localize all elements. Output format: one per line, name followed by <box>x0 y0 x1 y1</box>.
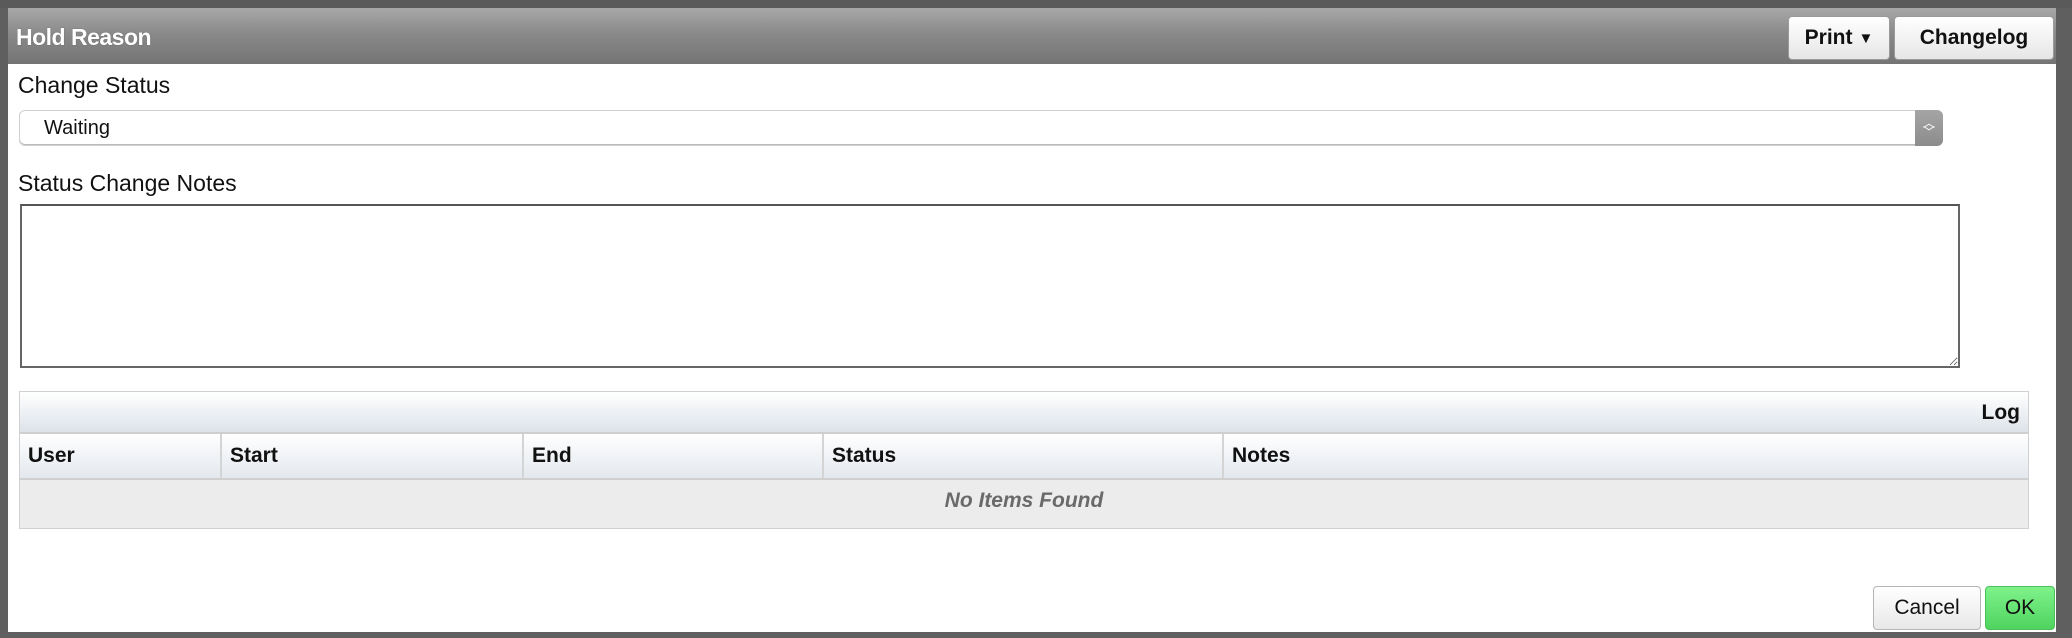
caret-down-icon: ▼ <box>1858 29 1874 47</box>
column-header-status[interactable]: Status <box>824 434 1224 478</box>
print-dropdown-button[interactable]: Print ▼ <box>1788 16 1890 60</box>
cancel-button[interactable]: Cancel <box>1873 586 1981 630</box>
log-title: Log <box>1981 401 2020 424</box>
log-table-header: User Start End Status Notes <box>20 434 2028 480</box>
status-change-notes-textarea[interactable] <box>20 204 1960 368</box>
column-header-start[interactable]: Start <box>222 434 524 478</box>
log-panel: Log User Start End Status Notes No Items… <box>19 391 2029 529</box>
ok-button[interactable]: OK <box>1985 586 2055 630</box>
column-header-notes[interactable]: Notes <box>1224 434 2028 478</box>
change-status-value: Waiting <box>44 117 110 139</box>
dialog-title: Hold Reason <box>16 24 152 50</box>
log-header: Log <box>20 392 2028 434</box>
empty-table-row: No Items Found <box>20 480 2028 528</box>
change-status-select[interactable]: Waiting ︿ ﹀ <box>19 110 1943 146</box>
column-header-user[interactable]: User <box>20 434 222 478</box>
page-backdrop <box>0 0 2072 8</box>
changelog-button[interactable]: Changelog <box>1894 16 2054 60</box>
no-items-message: No Items Found <box>944 489 1104 512</box>
hold-reason-dialog: Hold Reason Print ▼ Changelog Change Sta… <box>8 8 2056 632</box>
dialog-titlebar[interactable]: Hold Reason Print ▼ Changelog <box>8 8 2056 64</box>
status-change-notes-label: Status Change Notes <box>18 170 237 196</box>
print-label: Print <box>1804 26 1853 49</box>
change-status-label: Change Status <box>18 72 171 98</box>
column-header-end[interactable]: End <box>524 434 824 478</box>
select-updown-arrows-icon: ︿ ﹀ <box>1915 110 1943 146</box>
